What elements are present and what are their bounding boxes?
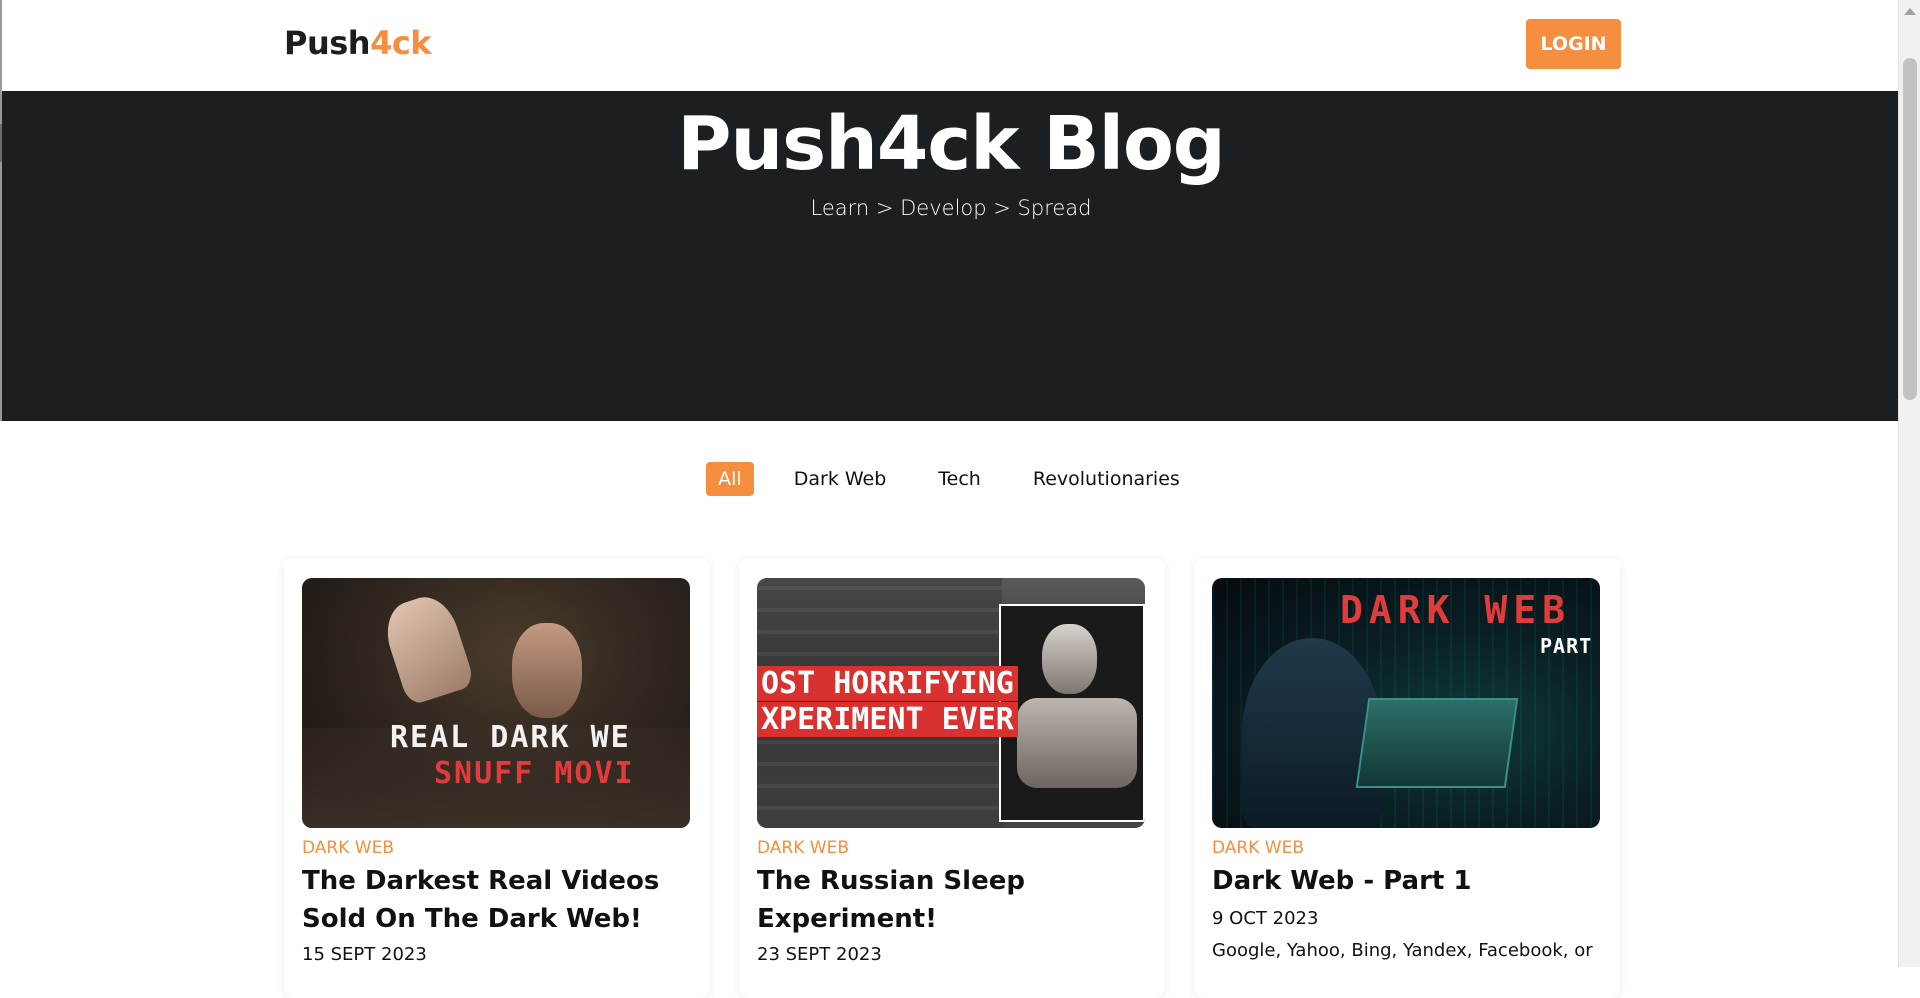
logo-text: Push (284, 24, 371, 62)
post-card[interactable]: OST HORRIFYING XPERIMENT EVER DARK WEB T… (739, 558, 1165, 998)
post-date: 15 SEPT 2023 (302, 944, 427, 965)
post-category[interactable]: DARK WEB (302, 838, 394, 858)
post-title[interactable]: The Darkest Real Videos Sold On The Dark… (302, 862, 692, 938)
post-thumbnail[interactable]: DARK WEB PART (1212, 578, 1600, 828)
top-navbar: Push4ck LOGIN (0, 0, 1898, 91)
site-logo[interactable]: Push4ck (284, 24, 432, 62)
post-category[interactable]: DARK WEB (757, 838, 849, 858)
post-card[interactable]: REAL DARK WE SNUFF MOVI DARK WEB The Dar… (284, 558, 710, 998)
login-button[interactable]: LOGIN (1526, 19, 1621, 69)
post-date: 9 OCT 2023 (1212, 908, 1319, 929)
thumbnail-caption: SNUFF MOVI (434, 756, 635, 791)
post-category[interactable]: DARK WEB (1212, 838, 1304, 858)
filter-tech[interactable]: Tech (926, 462, 993, 496)
post-excerpt: Google, Yahoo, Bing, Yandex, Facebook, o… (1212, 940, 1593, 961)
hero-banner: Push4ck Blog Learn > Develop > Spread (0, 91, 1898, 421)
logo-accent-text: 4ck (370, 24, 432, 62)
category-filters: All Dark Web Tech Revolutionaries (0, 460, 1898, 498)
filter-dark-web[interactable]: Dark Web (782, 462, 899, 496)
page-title: Push4ck Blog (677, 101, 1226, 187)
post-thumbnail[interactable]: OST HORRIFYING XPERIMENT EVER (757, 578, 1145, 828)
scrollbar-thumb[interactable] (1903, 58, 1917, 400)
thumbnail-caption: XPERIMENT EVER (757, 702, 1018, 737)
post-date: 23 SEPT 2023 (757, 944, 882, 965)
filter-all[interactable]: All (706, 462, 754, 496)
post-title[interactable]: Dark Web - Part 1 (1212, 862, 1602, 900)
thumbnail-caption: PART (1540, 634, 1593, 658)
filter-revolutionaries[interactable]: Revolutionaries (1021, 462, 1192, 496)
post-card[interactable]: DARK WEB PART DARK WEB Dark Web - Part 1… (1194, 558, 1620, 998)
page-subtitle: Learn > Develop > Spread (810, 196, 1092, 220)
post-title[interactable]: The Russian Sleep Experiment! (757, 862, 1147, 938)
scroll-up-icon[interactable] (1904, 8, 1916, 15)
post-thumbnail[interactable]: REAL DARK WE SNUFF MOVI (302, 578, 690, 828)
page-scrollbar[interactable] (1898, 0, 1920, 967)
thumbnail-caption: OST HORRIFYING (757, 666, 1018, 701)
window-edge-marker (0, 124, 2, 162)
thumbnail-caption: REAL DARK WE (390, 720, 631, 755)
thumbnail-caption: DARK WEB (1340, 588, 1572, 632)
